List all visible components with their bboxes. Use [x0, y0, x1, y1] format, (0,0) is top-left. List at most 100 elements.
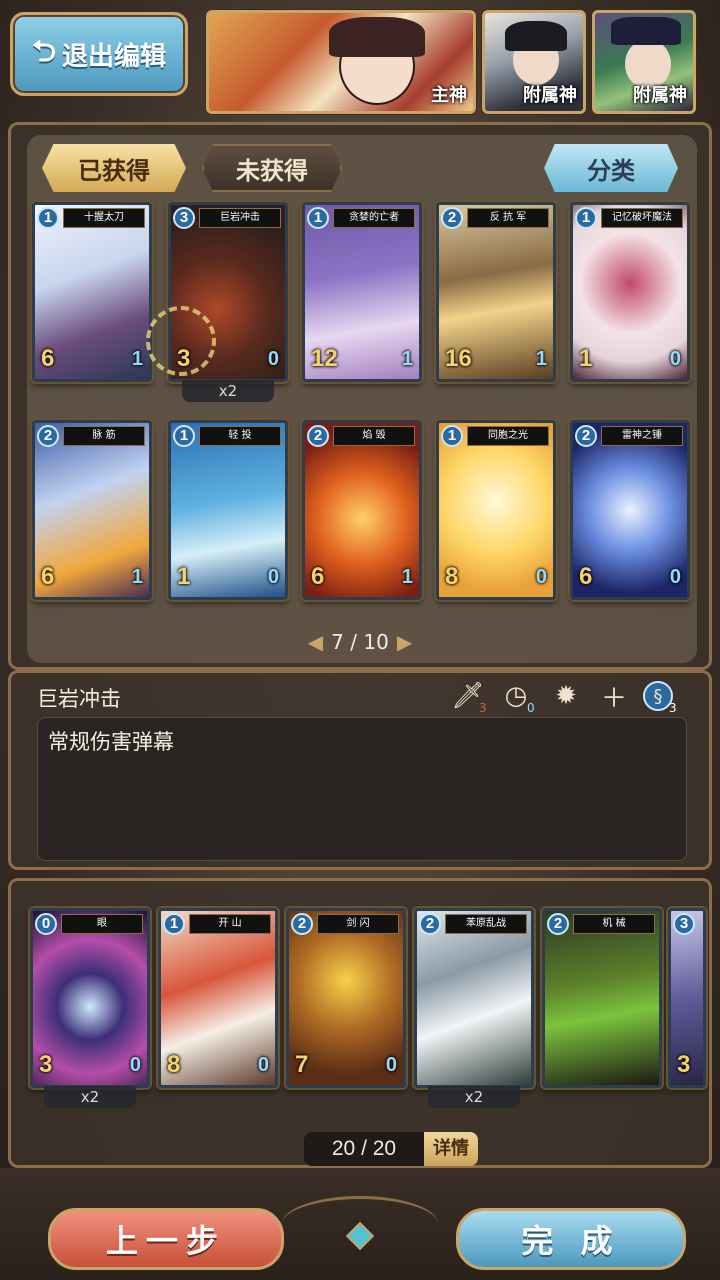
card-attack: 8	[445, 563, 459, 590]
card-attack: 6	[311, 563, 325, 590]
main-god-portrait[interactable]: 主神	[206, 10, 476, 114]
card-count-badge: x2	[182, 380, 274, 402]
card-attack: 3	[39, 1051, 53, 1078]
card-cost: 1	[163, 913, 185, 935]
card-defense: 1	[131, 566, 143, 588]
card-cost: 2	[291, 913, 313, 935]
card-defense: 0	[267, 348, 279, 370]
prev-step-button[interactable]: 上一步	[48, 1208, 284, 1270]
card-cost: 2	[37, 425, 59, 447]
card-title: 巨岩冲击	[199, 208, 281, 228]
card-collection[interactable]: 2 焰 毁 6 1	[302, 420, 422, 600]
card-title: 焰 毁	[333, 426, 415, 446]
sun-icon: ✹	[555, 681, 577, 711]
card-cost: 0	[35, 913, 57, 935]
card-attack: 12	[311, 345, 338, 372]
pagination: ◀ 7 / 10 ▶	[300, 628, 420, 656]
sort-button[interactable]: 分类	[544, 144, 678, 192]
card-collection[interactable]: 1 同胞之光 8 0	[436, 420, 556, 600]
card-cost: 2	[441, 207, 463, 229]
card-title: 记忆破坏魔法	[601, 208, 683, 228]
card-cost: 1	[173, 425, 195, 447]
tab-obtained[interactable]: 已获得	[42, 144, 186, 192]
prev-step-label: 上一步	[105, 1222, 226, 1260]
card-defense: 1	[535, 348, 547, 370]
card-collection[interactable]: 2 反 抗 军 16 1	[436, 202, 556, 382]
card-deck[interactable]: 2 剑 闪 7 0	[286, 908, 406, 1088]
tab-obtained-label: 已获得	[78, 156, 150, 185]
card-attack: 1	[579, 345, 593, 372]
portrait-tag-sub1: 附属神	[523, 85, 577, 106]
character-hair	[329, 17, 425, 57]
sort-label: 分类	[587, 156, 635, 185]
card-deck[interactable]: 1 开 山 8 0	[158, 908, 278, 1088]
mana-value: 3	[669, 701, 677, 715]
card-defense: 0	[267, 566, 279, 588]
card-cost: 3	[173, 207, 195, 229]
card-defense: 1	[401, 348, 413, 370]
deck-count-value: 20 / 20	[304, 1132, 424, 1166]
return-arrow-icon: ⮌	[31, 33, 56, 69]
tab-not-obtained-label: 未获得	[236, 156, 308, 185]
card-title: 脉 筋	[63, 426, 145, 446]
card-title: 雷神之锤	[601, 426, 683, 446]
character-hat	[611, 17, 681, 45]
card-count-badge: x2	[428, 1086, 520, 1108]
card-cost: 2	[575, 425, 597, 447]
card-title: 开 山	[189, 914, 271, 934]
card-collection[interactable]: 1 十握太刀 6 1	[32, 202, 152, 382]
card-title: 同胞之光	[467, 426, 549, 446]
card-attack: 6	[41, 563, 55, 590]
card-cost: 1	[575, 207, 597, 229]
prev-page-icon[interactable]: ◀	[308, 630, 323, 654]
card-defense: 0	[535, 566, 547, 588]
card-cost: 1	[307, 207, 329, 229]
card-cost: 1	[441, 425, 463, 447]
card-cost: 2	[419, 913, 441, 935]
card-attack: 6	[579, 563, 593, 590]
portrait-tag-main: 主神	[431, 85, 467, 106]
card-title: 眼	[61, 914, 143, 934]
card-collection[interactable]: 2 雷神之锤 6 0	[570, 420, 690, 600]
card-title: 贪婪的亡者	[333, 208, 415, 228]
card-attack: 1	[177, 563, 191, 590]
next-page-icon[interactable]: ▶	[397, 630, 412, 654]
card-defense: 0	[129, 1054, 141, 1076]
plus-icon: ＋	[600, 683, 627, 714]
card-attack: 6	[41, 345, 55, 372]
done-button[interactable]: 完 成	[456, 1208, 686, 1270]
sub-god-portrait-2[interactable]: 附属神	[592, 10, 696, 114]
card-defense: 0	[385, 1054, 397, 1076]
card-cost: 2	[307, 425, 329, 447]
card-collection[interactable]: 1 记忆破坏魔法 1 0	[570, 202, 690, 382]
card-collection[interactable]: 1 轻 投 1 0	[168, 420, 288, 600]
card-attack: 3	[677, 1051, 691, 1078]
selection-ring-icon	[146, 306, 216, 376]
card-collection[interactable]: 2 脉 筋 6 1	[32, 420, 152, 600]
page-indicator: 7 / 10	[331, 630, 389, 654]
card-deck[interactable]: 0 眼 3 0	[30, 908, 150, 1088]
sub-god-portrait-1[interactable]: 附属神	[482, 10, 586, 114]
exit-edit-label: 退出编辑	[62, 41, 167, 72]
deck-count: 20 / 20 详情	[304, 1132, 480, 1166]
card-collection[interactable]: 1 贪婪的亡者 12 1	[302, 202, 422, 382]
portrait-tag-sub2: 附属神	[633, 85, 687, 106]
card-detail-panel: 巨岩冲击 🗡 3 ◷ 0 ✹ ＋ § 3 常规伤害弹幕	[8, 670, 712, 870]
card-cost: 2	[547, 913, 569, 935]
deck-detail-button[interactable]: 详情	[424, 1132, 478, 1166]
card-defense: 0	[669, 348, 681, 370]
tab-not-obtained[interactable]: 未获得	[202, 144, 342, 192]
card-title: 十握太刀	[63, 208, 145, 228]
card-title: 反 抗 军	[467, 208, 549, 228]
card-deck[interactable]: 3 3	[668, 908, 706, 1088]
card-deck[interactable]: 2 苯原乱战	[414, 908, 534, 1088]
card-deck[interactable]: 2 机 械	[542, 908, 662, 1088]
character-hair	[505, 21, 567, 51]
card-defense: 1	[401, 566, 413, 588]
card-title: 机 械	[573, 914, 655, 934]
card-defense: 0	[669, 566, 681, 588]
exit-edit-button[interactable]: ⮌ 退出编辑	[10, 12, 188, 96]
card-title: 剑 闪	[317, 914, 399, 934]
sword-value: 3	[479, 701, 487, 715]
card-cost: 3	[673, 913, 695, 935]
